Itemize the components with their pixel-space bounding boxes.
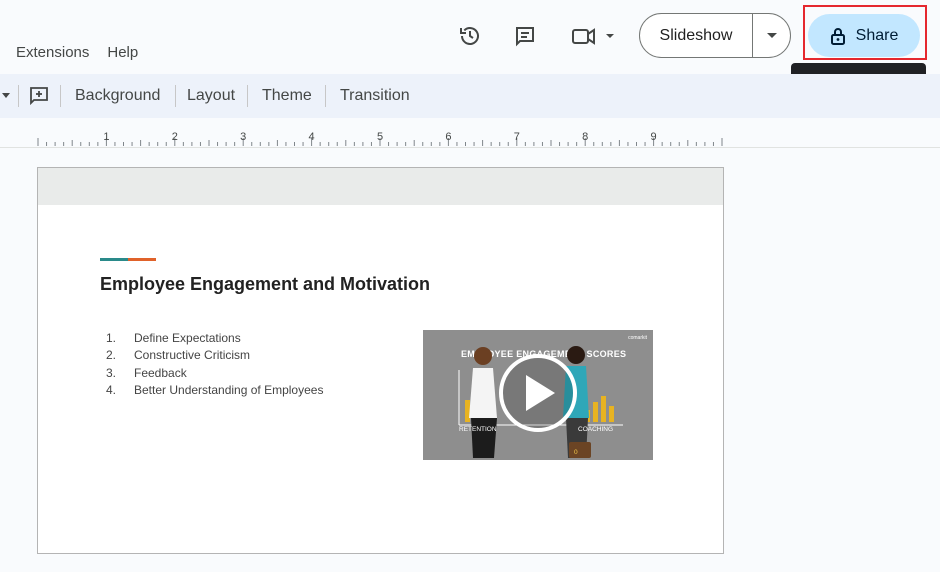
list-text: Better Understanding of Employees (134, 382, 324, 397)
slide-title[interactable]: Employee Engagement and Motivation (100, 274, 430, 295)
slide-header-band (38, 168, 723, 205)
video-label-coaching: COACHING (578, 426, 614, 433)
list-number: 4. (106, 382, 117, 397)
ruler-scale: 1 2 3 4 5 6 7 8 9 (37, 131, 723, 146)
ruler-number: 1 (103, 131, 109, 143)
list-item: 4. Better Understanding of Employees (106, 382, 323, 399)
toolbar-theme[interactable]: Theme (262, 87, 312, 105)
toolbar-background[interactable]: Background (75, 87, 160, 105)
ruler-number: 6 (445, 131, 451, 143)
comment-icon[interactable] (511, 22, 539, 50)
menu-bar: Extensions Help (16, 44, 138, 61)
list-number: 3. (106, 365, 117, 380)
slideshow-dropdown[interactable] (753, 14, 790, 57)
share-button[interactable]: Share (808, 14, 920, 57)
toolbar-separator (325, 85, 326, 107)
toolbar-transition[interactable]: Transition (340, 87, 410, 105)
history-icon[interactable] (456, 22, 484, 50)
ruler-number: 2 (172, 131, 178, 143)
menu-extensions[interactable]: Extensions (16, 44, 89, 61)
embedded-video[interactable]: comarkit EMPLOYEE ENGAGEMENT SCORES RETE… (423, 330, 653, 460)
slide-canvas[interactable]: Employee Engagement and Motivation 1. Def… (37, 167, 724, 554)
video-thumbnail-art (458, 346, 623, 458)
top-bar: Extensions Help Slideshow Share Pr (0, 0, 940, 96)
lock-icon (830, 27, 845, 45)
ruler-number: 4 (309, 131, 315, 143)
slideshow-group: Slideshow (639, 13, 791, 58)
horizontal-ruler[interactable]: 1 2 3 4 5 6 7 8 9 (0, 118, 940, 148)
video-label-retention: RETENTION (459, 426, 497, 433)
toolbar-separator (60, 85, 61, 107)
list-text: Feedback (134, 365, 187, 380)
chevron-down-icon (766, 32, 777, 38)
list-text: Define Expectations (134, 331, 241, 345)
toolbar-separator (175, 85, 176, 107)
toolbar-separator (18, 85, 19, 107)
ruler-number: 8 (582, 131, 588, 143)
list-number: 1. (106, 331, 117, 345)
title-accent-orange (128, 258, 156, 261)
slideshow-button[interactable]: Slideshow (640, 14, 753, 57)
format-toolbar: Background Layout Theme Transition (0, 74, 940, 118)
menu-help[interactable]: Help (107, 44, 138, 61)
ruler-number: 3 (240, 131, 246, 143)
toolbar-layout[interactable]: Layout (187, 87, 235, 105)
list-item: 3. Feedback (106, 365, 323, 382)
title-accent-teal (100, 258, 128, 261)
share-label: Share (855, 26, 899, 44)
video-call-icon[interactable] (568, 22, 616, 50)
video-counter: 0 (574, 449, 578, 456)
slide-bullet-list[interactable]: 1. Define Expectations 2. Constructive Cri… (106, 330, 323, 399)
ruler-number: 5 (377, 131, 383, 143)
list-number: 2. (106, 348, 117, 363)
toolbar-separator (247, 85, 248, 107)
list-text: Constructive Criticism (134, 348, 251, 363)
ruler-number: 7 (514, 131, 520, 143)
new-comment-icon[interactable] (29, 86, 49, 106)
list-item: 1. Define Expectations (106, 330, 323, 347)
ruler-number: 9 (651, 131, 657, 143)
caret-down-icon[interactable] (1, 92, 11, 100)
list-item: 2. Constructive Criticism (106, 347, 323, 364)
